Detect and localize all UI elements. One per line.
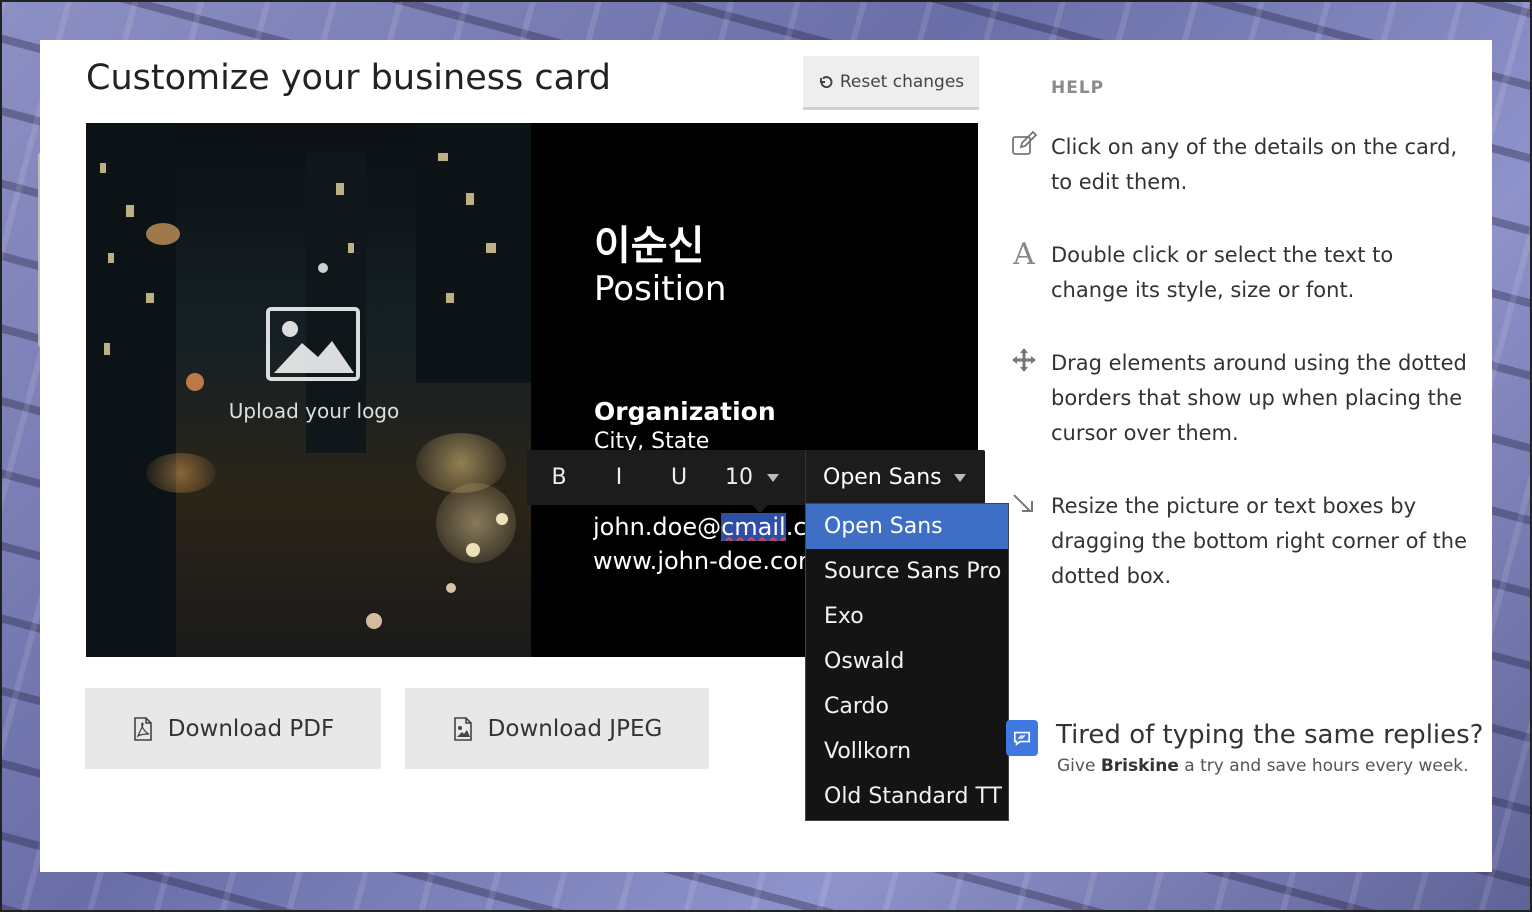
image-file-icon (453, 716, 472, 741)
font-size-select[interactable]: 10 (725, 465, 779, 490)
reset-changes-button[interactable]: Reset changes (803, 56, 979, 110)
edit-icon (1008, 130, 1040, 162)
card-name[interactable]: 이순신 (594, 213, 704, 271)
briskine-logo-icon[interactable] (1006, 720, 1038, 756)
font-option[interactable]: Cardo (806, 684, 1008, 729)
bold-button[interactable]: B (529, 465, 589, 490)
font-option[interactable]: Old Standard TT (806, 774, 1008, 819)
font-option[interactable]: Exo (806, 594, 1008, 639)
chevron-down-icon (953, 473, 966, 482)
help-text: Drag elements around using the dotted bo… (1051, 351, 1467, 445)
upload-logo-label[interactable]: Upload your logo (224, 399, 404, 423)
text-format-toolbar: B I U 10 Open Sans (527, 450, 985, 513)
card-website[interactable]: www.john-doe.com (593, 547, 807, 575)
image-placeholder-icon[interactable] (266, 307, 360, 381)
download-jpeg-label: Download JPEG (487, 715, 663, 742)
help-text: Resize the picture or text boxes by drag… (1051, 494, 1468, 588)
reset-label: Reset changes (839, 71, 965, 92)
download-pdf-label: Download PDF (167, 715, 335, 742)
font-option[interactable]: Open Sans (806, 504, 1008, 549)
undo-icon (819, 75, 833, 88)
card-email[interactable]: john.doe@cmail.com (593, 513, 807, 541)
card-city[interactable]: City, State (594, 429, 709, 451)
help-text: Double click or select the text to chang… (1051, 243, 1394, 302)
italic-button[interactable]: I (589, 465, 649, 490)
font-size-value: 10 (725, 465, 753, 490)
resize-icon (1008, 489, 1040, 521)
font-option[interactable]: Source Sans Pro (806, 549, 1008, 594)
font-family-select[interactable]: Open Sans (805, 450, 985, 505)
promo-brand[interactable]: Briskine (1101, 756, 1179, 776)
pdf-file-icon (133, 716, 152, 741)
email-selected-text[interactable]: cmail (721, 513, 786, 541)
promo-sub-before: Give (1057, 756, 1101, 776)
font-family-dropdown: Open Sans Source Sans Pro Exo Oswald Car… (805, 503, 1009, 821)
page-title: Customize your business card (86, 58, 612, 98)
font-option[interactable]: Vollkorn (806, 729, 1008, 774)
editor-panel: Customize your business card Reset chang… (40, 40, 1492, 872)
font-option[interactable]: Oswald (806, 639, 1008, 684)
help-text: Click on any of the details on the card,… (1051, 135, 1458, 194)
underline-button[interactable]: U (649, 465, 709, 490)
font-family-value: Open Sans (823, 465, 942, 490)
download-pdf-button[interactable]: Download PDF (85, 688, 381, 769)
promo-sub-after: a try and save hours every week. (1178, 756, 1469, 776)
move-icon (1008, 346, 1040, 378)
help-title: HELP (1051, 78, 1105, 98)
card-position[interactable]: Position (594, 269, 726, 309)
card-photo[interactable]: Upload your logo (86, 123, 531, 657)
font-icon: A (1013, 237, 1035, 272)
promo-subtitle: Give Briskine a try and save hours every… (1057, 756, 1469, 776)
email-suffix: .com (785, 513, 807, 541)
promo-title[interactable]: Tired of typing the same replies? (1056, 720, 1483, 750)
toolbar-pointer (752, 505, 768, 513)
card-organization[interactable]: Organization (594, 397, 776, 426)
chevron-down-icon (767, 473, 779, 482)
email-prefix: john.doe@ (593, 513, 722, 541)
download-jpeg-button[interactable]: Download JPEG (405, 688, 709, 769)
